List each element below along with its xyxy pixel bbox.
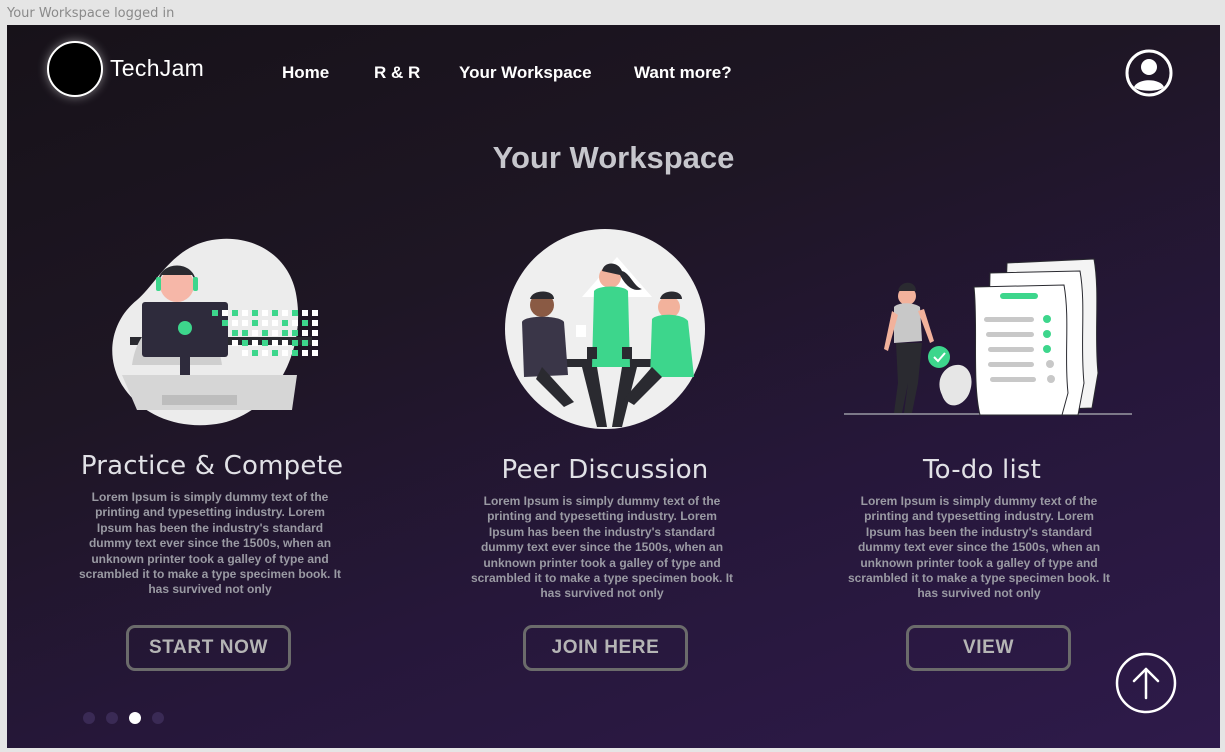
page-title: Your Workspace: [492, 140, 735, 175]
card-title-practice: Practice & Compete: [80, 451, 344, 481]
nav-your-workspace[interactable]: Your Workspace: [459, 63, 592, 83]
practice-illustration: [112, 238, 318, 426]
card-title-todo: To-do list: [922, 455, 1042, 485]
card-body-todo: Lorem Ipsum is simply dummy text of the …: [847, 494, 1111, 601]
peer-discussion-illustration: [505, 229, 705, 429]
carousel-dots: [83, 712, 164, 724]
user-circle-icon[interactable]: [1125, 49, 1173, 97]
start-now-button[interactable]: START NOW: [126, 625, 291, 671]
carousel-dot[interactable]: [106, 712, 118, 724]
arrow-up-circle-icon[interactable]: [1115, 652, 1177, 714]
carousel-dot-active[interactable]: [129, 712, 141, 724]
nav-r-and-r[interactable]: R & R: [374, 63, 420, 83]
card-body-peer-discussion: Lorem Ipsum is simply dummy text of the …: [470, 494, 734, 601]
carousel-dot[interactable]: [152, 712, 164, 724]
frame-label: Your Workspace logged in: [7, 6, 175, 21]
card-body-practice: Lorem Ipsum is simply dummy text of the …: [78, 490, 342, 597]
brand-name[interactable]: TechJam: [110, 55, 204, 82]
workspace-page: TechJam Home R & R Your Workspace Want m…: [7, 25, 1220, 748]
nav-home[interactable]: Home: [282, 63, 329, 83]
logo-circle-icon[interactable]: [47, 41, 103, 97]
card-title-peer-discussion: Peer Discussion: [501, 455, 709, 485]
join-here-button[interactable]: JOIN HERE: [523, 625, 688, 671]
carousel-dot[interactable]: [83, 712, 95, 724]
todo-illustration: [844, 258, 1132, 416]
view-button[interactable]: VIEW: [906, 625, 1071, 671]
nav-want-more[interactable]: Want more?: [634, 63, 732, 83]
